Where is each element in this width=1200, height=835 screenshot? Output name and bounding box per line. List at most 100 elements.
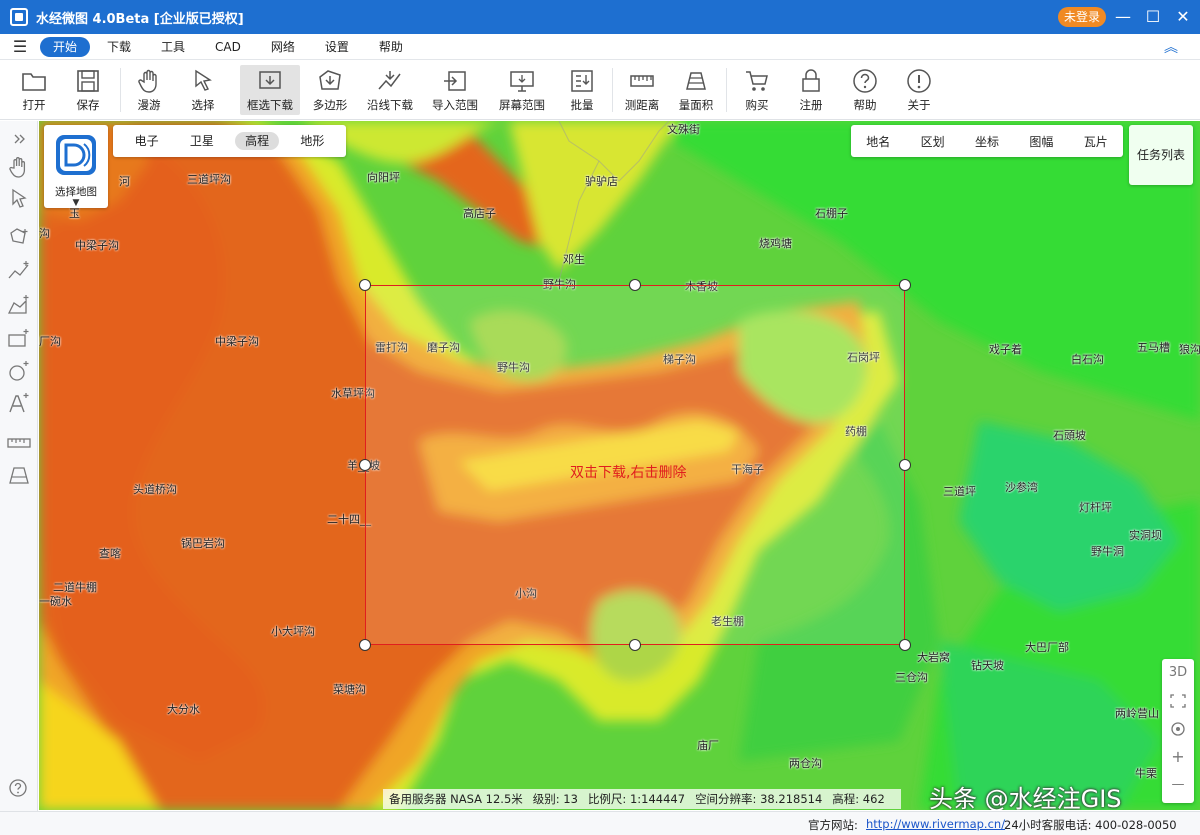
- ruler-icon[interactable]: [5, 429, 33, 457]
- title-bar: 水经微图 4.0Beta [企业版已授权] 未登录 — ☐ ✕: [0, 0, 1200, 34]
- task-list-button[interactable]: 任务列表: [1129, 125, 1193, 185]
- save-button[interactable]: 保存: [60, 65, 116, 115]
- measure-distance-button[interactable]: 测距离: [614, 65, 670, 115]
- menu-help[interactable]: 帮助: [366, 37, 416, 57]
- collapse-ribbon-icon[interactable]: ︽: [1164, 37, 1178, 57]
- select-map-button[interactable]: 选择地图 ▼: [44, 125, 108, 208]
- layer-coordinates[interactable]: 坐标: [975, 133, 999, 150]
- map-type-elevation[interactable]: 高程: [235, 132, 280, 150]
- measure-area-button[interactable]: 量面积: [668, 65, 724, 115]
- layer-districts[interactable]: 区划: [921, 133, 945, 150]
- cursor-icon: [195, 69, 212, 91]
- zoom-in-button[interactable]: +: [1162, 743, 1194, 771]
- menu-settings[interactable]: 设置: [312, 37, 362, 57]
- map-type-electronic[interactable]: 电子: [125, 132, 169, 150]
- draw-text-icon[interactable]: [5, 389, 33, 417]
- box-download-icon: [259, 71, 281, 89]
- line-download-button[interactable]: 沿线下载: [362, 65, 418, 115]
- screen-range-button[interactable]: 屏幕范围: [494, 65, 550, 115]
- map-view[interactable]: 文殊街 向阳坪 三道坪沟 驴驴店 高店子 石棚子 中梁子沟 烧鸡塘 邓生 野牛沟…: [39, 121, 1200, 810]
- pan-button[interactable]: 漫游: [121, 65, 177, 115]
- resize-handle[interactable]: [629, 639, 641, 651]
- resize-handle[interactable]: [359, 459, 371, 471]
- hand-icon: [138, 69, 157, 93]
- draw-circle-icon[interactable]: [5, 357, 33, 385]
- cursor-icon[interactable]: [5, 185, 33, 213]
- screen-range-icon: [510, 71, 534, 92]
- place-label: 白石沟: [1071, 353, 1104, 366]
- draw-line-icon[interactable]: [5, 257, 33, 285]
- maximize-icon[interactable]: ☐: [1138, 0, 1168, 34]
- about-button[interactable]: 关于: [891, 65, 947, 115]
- box-download-button[interactable]: 框选下载: [240, 65, 300, 115]
- zoom-out-button[interactable]: —: [1162, 771, 1194, 799]
- resize-handle[interactable]: [899, 279, 911, 291]
- place-label: 中梁子沟: [215, 335, 259, 348]
- resize-handle[interactable]: [899, 459, 911, 471]
- place-label: 庙厂: [697, 739, 719, 752]
- place-label: 大岩窝: [917, 651, 950, 664]
- menu-cad[interactable]: CAD: [202, 37, 254, 57]
- select-button[interactable]: 选择: [175, 65, 231, 115]
- resize-handle[interactable]: [359, 279, 371, 291]
- place-label: 大巴厂部: [1025, 641, 1069, 654]
- menu-tools[interactable]: 工具: [148, 37, 198, 57]
- place-label: 头道桥沟: [133, 483, 177, 496]
- menu-network[interactable]: 网络: [258, 37, 308, 57]
- layer-tiles[interactable]: 瓦片: [1084, 133, 1108, 150]
- place-label: 高店子: [463, 207, 496, 220]
- draw-point-icon[interactable]: [5, 223, 33, 251]
- footer-bar: 官方网站: http://www.rivermap.cn/ 24小时客服电话: …: [0, 811, 1200, 835]
- help-icon: [853, 69, 877, 93]
- selection-hint: 双击下载,右击删除: [570, 465, 687, 481]
- place-label: 五马槽: [1137, 341, 1170, 354]
- map-scale: 比例尺: 1:144447: [587, 792, 686, 806]
- ruler-icon: [630, 75, 654, 87]
- help-button[interactable]: 帮助: [837, 65, 893, 115]
- register-button[interactable]: 注册: [783, 65, 839, 115]
- open-button[interactable]: 打开: [6, 65, 62, 115]
- hotline-text: 24小时客服电话: 400-028-0050: [1004, 818, 1177, 832]
- resize-handle[interactable]: [359, 639, 371, 651]
- zoom-level: 级别: 13: [532, 792, 578, 806]
- minimize-icon[interactable]: —: [1108, 0, 1138, 34]
- expand-panel-icon[interactable]: [5, 125, 33, 153]
- dropdown-arrow-icon: ▼: [72, 198, 80, 208]
- draw-rectangle-icon[interactable]: [5, 325, 33, 353]
- polygon-download-button[interactable]: 多边形: [302, 65, 358, 115]
- close-icon[interactable]: ✕: [1168, 0, 1198, 34]
- map-type-satellite[interactable]: 卫星: [180, 132, 224, 150]
- menu-download[interactable]: 下载: [94, 37, 144, 57]
- hamburger-menu-icon[interactable]: ☰: [0, 37, 40, 56]
- save-icon: [77, 70, 99, 92]
- draw-polygon-icon[interactable]: [5, 291, 33, 319]
- locate-icon[interactable]: [1162, 715, 1194, 743]
- hand-icon[interactable]: [5, 153, 33, 181]
- menu-start[interactable]: 开始: [40, 36, 91, 57]
- website-link[interactable]: http://www.rivermap.cn/: [866, 817, 1005, 831]
- help-icon[interactable]: [8, 778, 28, 798]
- place-label: 两仓沟: [789, 757, 822, 770]
- batch-button[interactable]: 批量: [554, 65, 610, 115]
- layer-sheets[interactable]: 图幅: [1029, 133, 1053, 150]
- place-label: 戏子着: [989, 343, 1022, 356]
- login-button[interactable]: 未登录: [1058, 7, 1106, 27]
- buy-button[interactable]: 购买: [729, 65, 785, 115]
- place-label: 牛栗: [1135, 767, 1157, 780]
- 3d-button[interactable]: 3D: [1162, 659, 1194, 687]
- resize-handle[interactable]: [899, 639, 911, 651]
- place-label: 锅巴岩沟: [181, 537, 225, 550]
- import-range-button[interactable]: 导入范围: [427, 65, 483, 115]
- map-type-switcher: 电子 卫星 高程 地形: [113, 125, 346, 157]
- place-label: 石棚子: [815, 207, 848, 220]
- lock-icon: [802, 69, 820, 92]
- area-icon[interactable]: [5, 461, 33, 489]
- resize-handle[interactable]: [629, 279, 641, 291]
- cart-icon: [746, 71, 768, 91]
- map-type-terrain[interactable]: 地形: [290, 132, 334, 150]
- area-icon: [686, 72, 706, 90]
- window-title: 水经微图 4.0Beta [企业版已授权]: [36, 11, 244, 27]
- batch-icon: [571, 70, 593, 92]
- layer-place-names[interactable]: 地名: [866, 133, 890, 150]
- fullscreen-icon[interactable]: [1162, 687, 1194, 715]
